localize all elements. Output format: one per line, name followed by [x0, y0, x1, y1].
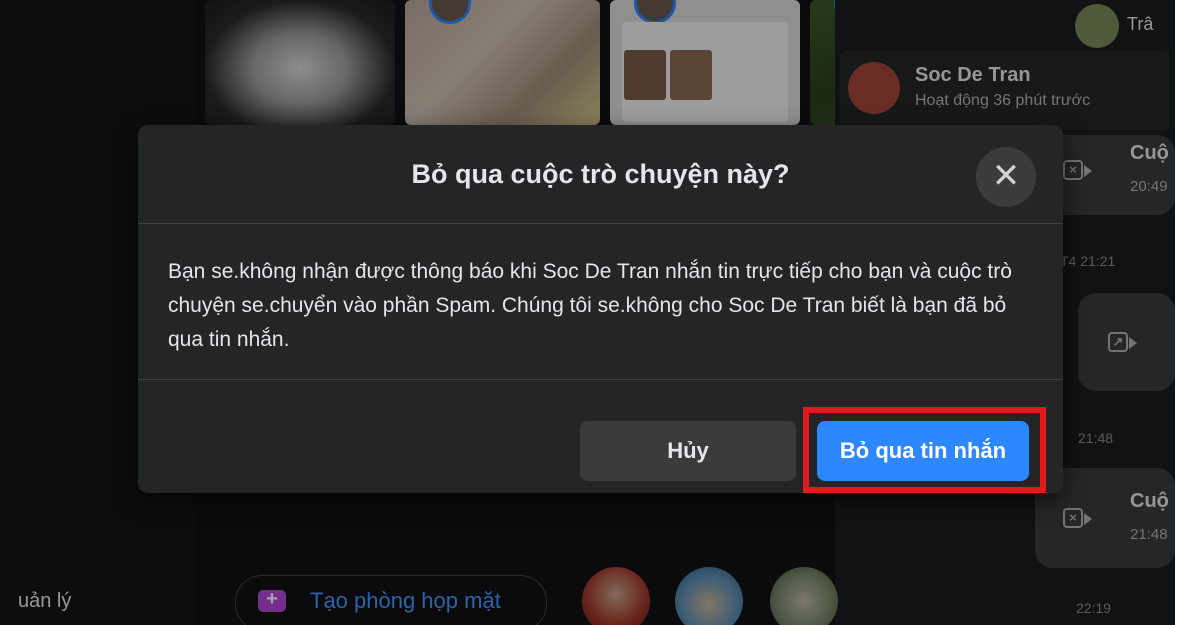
call-time: 21:48 [1130, 526, 1168, 543]
contact-avatar[interactable] [848, 62, 900, 114]
contact-avatar[interactable] [770, 567, 838, 625]
contact-status: Hoạt động 36 phút trước [915, 92, 1091, 109]
dialog-title: Bỏ qua cuộc trò chuyện này? [411, 159, 790, 189]
story-avatar [634, 0, 676, 24]
divider [138, 379, 1063, 380]
create-room-label: Tạo phòng họp mặt [310, 588, 501, 613]
stories-row [205, 0, 1025, 125]
call-label: Cuộ [1130, 490, 1169, 512]
story-avatar [429, 0, 471, 24]
story-photo [670, 50, 712, 100]
video-plus-icon [258, 588, 286, 612]
call-time: 20:49 [1130, 178, 1168, 195]
page-edge [1175, 0, 1200, 625]
divider [138, 223, 1063, 224]
screenshot: Trâ Soc De Tran Hoạt động 36 phút trước … [0, 0, 1175, 625]
message-timestamp: 21:48 [1078, 430, 1114, 446]
contact-name-partial: Trâ [1127, 14, 1154, 34]
message-timestamp: T4 21:21 [1060, 253, 1116, 269]
video-call-outgoing-icon: ↗ [1108, 332, 1138, 354]
dialog-message: Bạn se.không nhận được thông báo khi Soc… [168, 260, 1012, 351]
story-card[interactable] [405, 0, 600, 125]
ignore-conversation-dialog: Bỏ qua cuộc trò chuyện này? ✕ Bạn se.khô… [138, 125, 1063, 493]
call-label: Cuộ [1130, 142, 1169, 164]
story-card[interactable] [610, 0, 800, 125]
close-button[interactable]: ✕ [976, 147, 1036, 207]
sidebar-item-manage[interactable]: uản lý [18, 590, 71, 613]
video-call-missed-icon: × [1063, 508, 1093, 530]
ignore-messages-button[interactable]: Bỏ qua tin nhắn [817, 421, 1029, 481]
story-card[interactable] [205, 0, 395, 125]
close-icon: ✕ [991, 157, 1021, 195]
avatar[interactable] [1075, 4, 1119, 48]
story-photo [624, 50, 666, 100]
cancel-button[interactable]: Hủy [580, 421, 796, 481]
contact-avatar[interactable] [675, 567, 743, 625]
contact-name[interactable]: Soc De Tran [915, 64, 1031, 87]
video-call-missed-icon: × [1063, 160, 1093, 182]
message-timestamp: 22:19 [1076, 600, 1112, 616]
contact-avatar[interactable] [582, 567, 650, 625]
